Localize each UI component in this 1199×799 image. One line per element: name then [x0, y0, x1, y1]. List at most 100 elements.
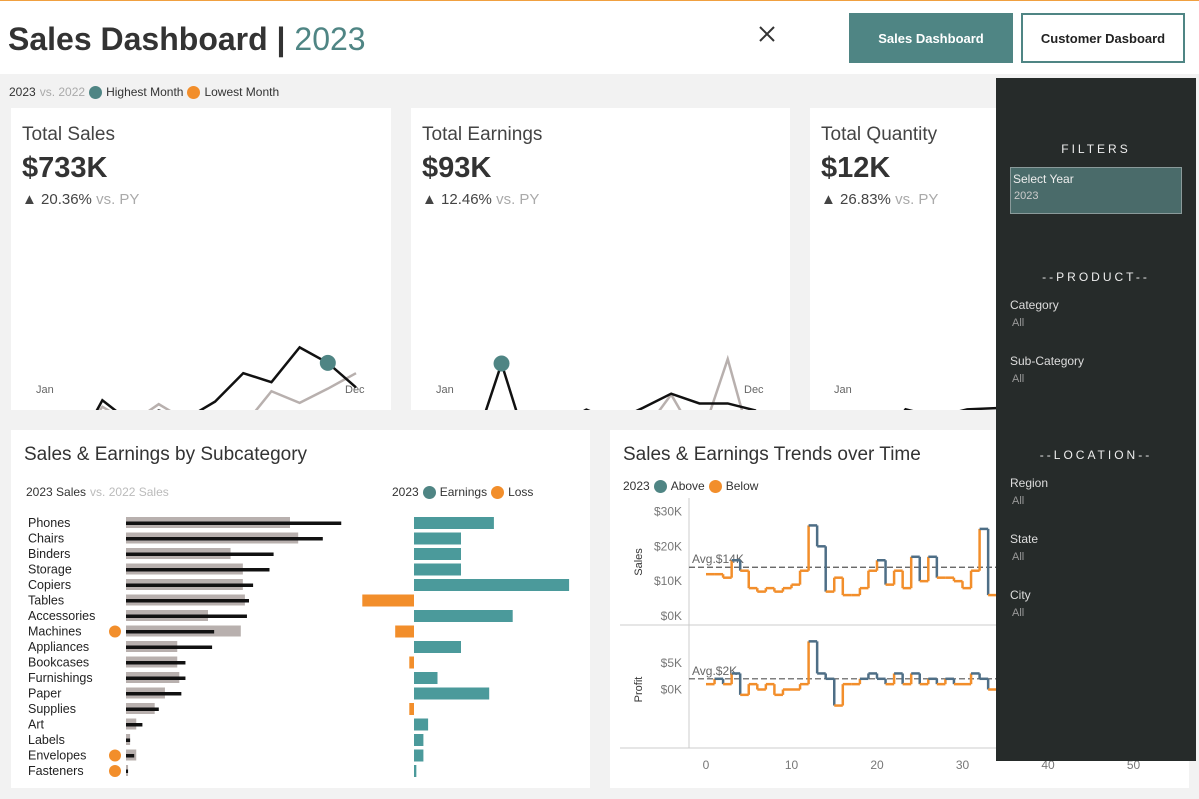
legend-above: Above	[670, 479, 705, 493]
legend-lowest: Lowest Month	[204, 85, 280, 99]
state-filter[interactable]: All	[1012, 551, 1024, 563]
trends-legend: 2023 Above Below	[623, 479, 758, 493]
header: Sales Dashboard | 2023 Sales Dashboard C…	[0, 0, 1199, 74]
region-filter[interactable]: All	[1012, 495, 1024, 507]
bar-2023-sales	[126, 754, 135, 758]
kpi-value: $733K	[22, 152, 108, 184]
section-title: Sales & Earnings Trends over Time	[623, 444, 921, 465]
earnings-bar	[414, 765, 417, 777]
category-label: Tables	[28, 594, 64, 608]
bar-2023-sales	[126, 614, 247, 618]
y-axis-title: Profit	[633, 677, 645, 703]
series-line-2023	[484, 359, 757, 410]
series-line-2022	[98, 372, 357, 410]
category-label: Binders	[28, 547, 70, 561]
page-title: Sales Dashboard | 2023	[8, 21, 366, 58]
category-label: Labels	[28, 733, 65, 747]
kpi-delta-value: ▲ 12.46%	[422, 191, 492, 208]
earnings-bar	[414, 641, 461, 653]
y-tick-label: $20K	[654, 539, 682, 553]
bar-2023-sales	[126, 769, 129, 773]
select-year-dropdown[interactable]: Select Year 2023	[1010, 167, 1182, 214]
legend-current-sales: 2023 Sales	[26, 485, 87, 499]
kpi-card-quantity: Total Quantity $12K ▲ 26.83% vs. PY Jan	[810, 108, 996, 410]
bar-2023-sales	[126, 707, 159, 711]
loss-marker	[109, 625, 121, 638]
earnings-dot-icon	[422, 485, 436, 499]
y-tick-label: $10K	[654, 574, 682, 588]
below-dot-icon	[708, 479, 722, 493]
loss-bar	[362, 594, 414, 607]
sales-dashboard-button[interactable]: Sales Dashboard	[849, 13, 1013, 63]
top-legend: 2023 vs. 2022 Highest Month Lowest Month	[9, 85, 279, 99]
earnings-sparkline-chart: Jan Dec	[436, 354, 764, 410]
category-label: Machines	[28, 625, 82, 639]
bar-2023-sales	[126, 645, 213, 649]
location-heading: --LOCATION--	[1039, 448, 1153, 462]
kpi-title: Total Quantity	[821, 124, 938, 145]
loss-bar	[409, 656, 414, 669]
x-tick-label: 0	[703, 758, 710, 772]
quantity-sparkline-chart: Jan	[834, 384, 996, 410]
x-tick-label: Jan	[436, 384, 454, 396]
category-label: Phones	[28, 516, 70, 530]
earnings-bar	[414, 749, 424, 762]
subcategory-filter-label: Sub-Category	[1010, 354, 1085, 368]
x-tick-label: Jan	[834, 384, 852, 396]
earnings-bar	[414, 718, 429, 731]
loss-bar	[409, 703, 414, 715]
category-label: Art	[28, 718, 45, 732]
category-label: Appliances	[28, 640, 89, 654]
legend-highest: Highest Month	[106, 85, 184, 99]
kpi-card-earnings: Total Earnings $93K ▲ 12.46% vs. PY Jan …	[411, 108, 790, 410]
series-line-2023	[95, 345, 357, 410]
category-label: Copiers	[28, 578, 71, 592]
earnings-bar	[414, 579, 570, 591]
loss-bar	[395, 625, 414, 638]
kpi-vs-label: vs. PY	[895, 191, 939, 208]
legend-current-year: 2023	[9, 85, 36, 99]
kpi-card-sales: Total Sales $733K ▲ 20.36% vs. PY Jan De…	[11, 108, 391, 410]
loss-marker	[109, 749, 121, 762]
title-text: Sales Dashboard |	[8, 21, 286, 57]
y-tick-label: $30K	[654, 504, 682, 518]
bar-2023-sales	[126, 676, 186, 680]
x-tick-label: 30	[956, 758, 970, 772]
category-label: Storage	[28, 563, 72, 577]
customer-dashboard-button[interactable]: Customer Dasboard	[1021, 13, 1185, 63]
state-filter-label: State	[1010, 532, 1039, 546]
kpi-title: Total Earnings	[422, 124, 543, 145]
y-tick-label: $5K	[661, 656, 682, 670]
above-dot-icon	[653, 479, 667, 493]
close-icon[interactable]	[752, 19, 782, 49]
legend-vs-year: vs. 2022	[39, 85, 86, 99]
y-tick-label: $0K	[661, 683, 682, 697]
bar-2023-sales	[126, 537, 323, 541]
legend-previous-sales: vs. 2022 Sales	[90, 485, 169, 499]
region-filter-label: Region	[1010, 476, 1049, 490]
earnings-bar	[414, 563, 461, 576]
kpi-value: $12K	[821, 152, 891, 184]
highest-month-marker	[319, 354, 336, 371]
kpi-value: $93K	[422, 152, 492, 184]
bar-2023-sales	[126, 521, 342, 525]
city-filter-label: City	[1010, 588, 1031, 602]
x-tick-label: Jan	[36, 384, 54, 396]
bar-2023-sales	[126, 661, 186, 665]
category-filter-label: Category	[1010, 298, 1059, 312]
category-label: Accessories	[28, 609, 95, 623]
category-label: Bookcases	[28, 656, 89, 670]
sales-sparkline-chart: Jan Dec	[36, 345, 365, 410]
category-label: Fasteners	[28, 764, 84, 778]
product-heading: --PRODUCT--	[1042, 270, 1150, 284]
subcategory-filter[interactable]: All	[1012, 373, 1024, 385]
legend-loss: Loss	[508, 485, 534, 499]
earnings-bar	[414, 517, 494, 529]
lowest-month-dot-icon	[187, 85, 201, 99]
average-label: Avg.$2K	[692, 664, 737, 678]
kpi-vs-label: vs. PY	[96, 191, 140, 208]
city-filter[interactable]: All	[1012, 607, 1024, 619]
title-year: 2023	[294, 21, 366, 57]
loss-marker	[109, 765, 121, 777]
category-filter[interactable]: All	[1012, 317, 1024, 329]
